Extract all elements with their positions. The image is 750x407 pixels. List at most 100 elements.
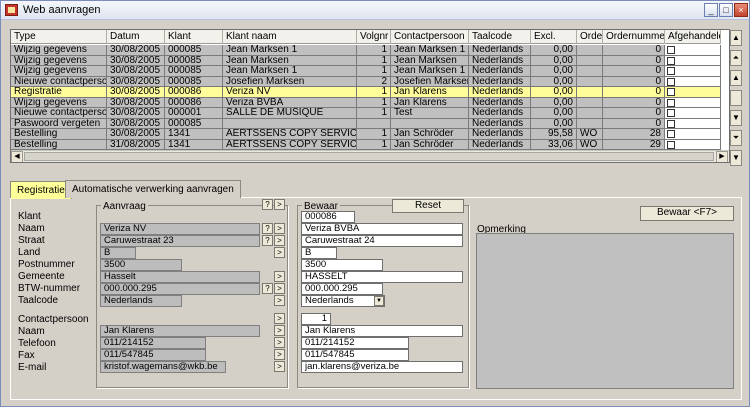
- table-cell[interactable]: 30/08/2005: [107, 87, 165, 98]
- table-cell[interactable]: 33,06: [531, 139, 577, 150]
- table-cell[interactable]: 1: [357, 129, 391, 140]
- straat-help-button[interactable]: ?: [262, 235, 273, 246]
- column-header-2[interactable]: Klant: [165, 30, 223, 44]
- email-copy-button[interactable]: >: [274, 361, 285, 372]
- table-cell[interactable]: [577, 97, 603, 108]
- straat-copy-button[interactable]: >: [274, 235, 285, 246]
- table-cell[interactable]: 000085: [165, 66, 223, 77]
- column-header-0[interactable]: Type: [11, 30, 107, 44]
- table-cell[interactable]: Jean Marksen 1: [391, 45, 469, 56]
- afgehandeld-checkbox[interactable]: [667, 98, 675, 107]
- table-cell[interactable]: [577, 76, 603, 87]
- table-cell[interactable]: 0: [603, 118, 665, 129]
- table-cell[interactable]: Wijzig gegevens: [11, 66, 107, 77]
- table-cell[interactable]: 0,00: [531, 108, 577, 119]
- table-cell[interactable]: Jean Marksen 1: [223, 66, 357, 77]
- table-cell[interactable]: 30/08/2005: [107, 118, 165, 129]
- bewaar-naam-input[interactable]: Veriza BVBA: [301, 223, 463, 235]
- table-cell[interactable]: 0: [603, 108, 665, 119]
- table-cell[interactable]: 29: [603, 139, 665, 150]
- table-cell[interactable]: Josefien Marksen: [391, 76, 469, 87]
- scroll-left-icon[interactable]: ◀: [11, 151, 23, 162]
- table-cell[interactable]: 0,00: [531, 118, 577, 129]
- scrollbar-track[interactable]: [730, 90, 742, 106]
- table-cell[interactable]: [665, 76, 721, 87]
- opmerking-memo[interactable]: [476, 233, 734, 389]
- table-cell[interactable]: 0,00: [531, 55, 577, 66]
- table-cell[interactable]: 1: [357, 55, 391, 66]
- table-cell[interactable]: Nieuwe contactpersoon: [11, 76, 107, 87]
- table-row[interactable]: Wijzig gegevens 30/08/2005 000086 Veriza BV…: [11, 97, 721, 108]
- table-row[interactable]: Nieuwe contactpersoon30/08/2005000085Jos…: [11, 76, 721, 87]
- table-cell[interactable]: 000086: [165, 87, 223, 98]
- column-header-3[interactable]: Klant naam: [223, 30, 357, 44]
- table-cell[interactable]: 2: [357, 76, 391, 87]
- table-cell[interactable]: AERTSSENS COPY SERVICE: [223, 139, 357, 150]
- afgehandeld-checkbox[interactable]: [667, 119, 675, 128]
- table-cell[interactable]: Nederlands: [469, 55, 531, 66]
- table-cell[interactable]: Jan Klarens: [391, 97, 469, 108]
- table-row[interactable]: Nieuwe contactpersoon30/08/2005000001SAL…: [11, 108, 721, 119]
- table-cell[interactable]: 0: [603, 45, 665, 56]
- table-cell[interactable]: Jean Marksen 1: [391, 66, 469, 77]
- table-cell[interactable]: 30/08/2005: [107, 45, 165, 56]
- table-cell[interactable]: Wijzig gegevens: [11, 45, 107, 56]
- table-cell[interactable]: Bestelling: [11, 139, 107, 150]
- bewaar-land-input[interactable]: B: [301, 247, 337, 259]
- table-cell[interactable]: 30/08/2005: [107, 108, 165, 119]
- table-cell[interactable]: Jean Marksen: [391, 55, 469, 66]
- bewaar-straat-input[interactable]: Caruwestraat 24: [301, 235, 463, 247]
- table-cell[interactable]: [577, 118, 603, 129]
- column-header-10[interactable]: Afgehandeld: [665, 30, 721, 44]
- bewaar-btw-input[interactable]: 000.000.295: [301, 283, 383, 295]
- bewaar-contact-naam-input[interactable]: Jan Klarens: [301, 325, 463, 337]
- table-cell[interactable]: [665, 97, 721, 108]
- table-cell[interactable]: Nederlands: [469, 87, 531, 98]
- table-cell[interactable]: 1: [357, 66, 391, 77]
- aanvraag-copy-button[interactable]: >: [274, 199, 285, 210]
- table-cell[interactable]: 0: [603, 87, 665, 98]
- table-cell[interactable]: 1: [357, 108, 391, 119]
- table-cell[interactable]: [665, 66, 721, 77]
- table-cell[interactable]: 31/08/2005: [107, 139, 165, 150]
- table-cell[interactable]: 28: [603, 129, 665, 140]
- table-cell[interactable]: 1: [357, 45, 391, 56]
- table-cell[interactable]: 0,00: [531, 66, 577, 77]
- last-record-icon[interactable]: ▼: [730, 150, 742, 166]
- btw-help-button[interactable]: ?: [262, 283, 273, 294]
- table-row[interactable]: Wijzig gegevens 30/08/2005 000085 Jean Mark…: [11, 66, 721, 77]
- bewaar-taalcode-select[interactable]: Nederlands: [301, 295, 385, 307]
- table-cell[interactable]: 000085: [165, 76, 223, 87]
- column-header-4[interactable]: Volgnr: [357, 30, 391, 44]
- column-header-5[interactable]: Contactpersoon: [391, 30, 469, 44]
- page-up-icon[interactable]: ⏶: [730, 50, 742, 66]
- table-cell[interactable]: 1341: [165, 139, 223, 150]
- horizontal-scrollbar[interactable]: ◀ ▶: [11, 150, 729, 162]
- table-row[interactable]: Wijzig gegevens 30/08/2005 000085 Jean Mark…: [11, 55, 721, 66]
- afgehandeld-checkbox[interactable]: [667, 140, 675, 149]
- contact-naam-copy-button[interactable]: >: [274, 325, 285, 336]
- naam-copy-button[interactable]: >: [274, 223, 285, 234]
- table-cell[interactable]: 0: [603, 66, 665, 77]
- table-cell[interactable]: 0,00: [531, 87, 577, 98]
- table-cell[interactable]: Wijzig gegevens: [11, 55, 107, 66]
- table-cell[interactable]: [665, 45, 721, 56]
- table-cell[interactable]: Nieuwe contactpersoon: [11, 108, 107, 119]
- taalcode-dropdown-icon[interactable]: ▼: [374, 296, 384, 306]
- table-row[interactable]: Registratie 30/08/2005 000086 Veriza NV 1 Jan…: [11, 87, 721, 98]
- table-cell[interactable]: Veriza BVBA: [223, 97, 357, 108]
- table-cell[interactable]: Jean Marksen 1: [223, 45, 357, 56]
- column-header-6[interactable]: Taalcode: [469, 30, 531, 44]
- page-down-icon[interactable]: ⏷: [730, 130, 742, 146]
- afgehandeld-checkbox[interactable]: [667, 56, 675, 65]
- table-cell[interactable]: [577, 66, 603, 77]
- table-cell[interactable]: 0,00: [531, 97, 577, 108]
- table-cell[interactable]: [665, 108, 721, 119]
- table-cell[interactable]: [391, 118, 469, 129]
- requests-table[interactable]: Type Datum Klant Klant naam Volgnr Contactper…: [10, 29, 730, 163]
- table-cell[interactable]: Nederlands: [469, 76, 531, 87]
- table-cell[interactable]: Nederlands: [469, 129, 531, 140]
- table-cell[interactable]: Wijzig gegevens: [11, 97, 107, 108]
- naam-help-button[interactable]: ?: [262, 223, 273, 234]
- table-row[interactable]: Bestelling 30/08/2005 1341 AERTSSENS COPY S…: [11, 129, 721, 140]
